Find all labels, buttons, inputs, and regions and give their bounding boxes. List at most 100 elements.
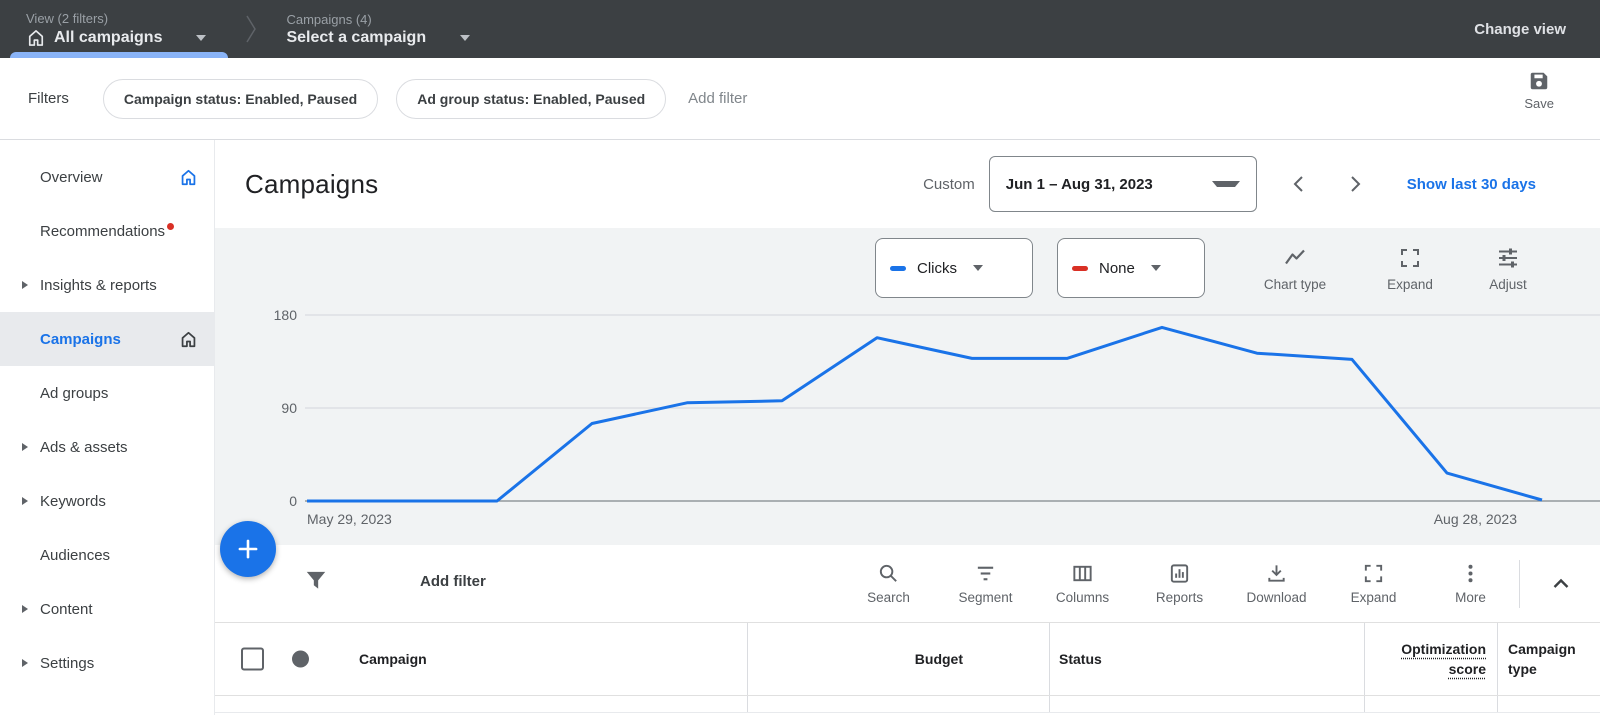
expand-chevron-icon[interactable] <box>22 659 28 667</box>
chevron-down-icon <box>196 35 206 41</box>
sidebar-item-overview[interactable]: Overview <box>0 150 214 204</box>
sidebar-item-content[interactable]: Content <box>0 582 214 636</box>
home-icon <box>26 28 46 48</box>
x-axis-start-label: May 29, 2023 <box>307 511 392 527</box>
column-header-campaign[interactable]: Campaign <box>215 623 748 695</box>
chevron-down-icon <box>973 265 983 271</box>
collapse-table-button[interactable] <box>1537 545 1585 622</box>
table-cell <box>215 696 748 712</box>
date-range-picker[interactable]: Jun 1 – Aug 31, 2023 <box>989 156 1257 212</box>
sidebar-item-label: Keywords <box>40 493 106 510</box>
sidebar-item-ad-groups[interactable]: Ad groups <box>0 366 214 420</box>
sidebar-item-recommendations[interactable]: Recommendations <box>0 204 214 258</box>
column-header-budget[interactable]: Budget <box>748 623 1050 695</box>
reports-icon <box>1168 562 1191 585</box>
chart-expand-label: Expand <box>1387 277 1433 292</box>
segment-icon <box>974 562 997 585</box>
sidebar-item-label: Insights & reports <box>40 277 157 294</box>
breadcrumb-campaign-select[interactable]: Campaigns (4) Select a campaign <box>270 0 496 58</box>
content-header: Campaigns Custom Jun 1 – Aug 31, 2023 Sh… <box>215 140 1600 228</box>
chart-type-button[interactable]: Chart type <box>1249 246 1341 292</box>
y-axis-tick-label: 180 <box>274 307 298 323</box>
date-range-value: Jun 1 – Aug 31, 2023 <box>1006 176 1153 193</box>
expand-chevron-icon[interactable] <box>22 605 28 613</box>
series-color-swatch <box>1072 266 1088 271</box>
filter-chip-campaign-status[interactable]: Campaign status: Enabled, Paused <box>103 79 378 119</box>
column-header-campaign-type[interactable]: Campaign type <box>1498 623 1600 695</box>
y-axis-tick-label: 90 <box>281 400 297 416</box>
metric-selector-primary[interactable]: Clicks <box>875 238 1033 298</box>
metric-secondary-label: None <box>1099 260 1135 277</box>
sidebar-item-label: Recommendations <box>40 223 165 240</box>
sidebar-item-insights-reports[interactable]: Insights & reports <box>0 258 214 312</box>
download-label: Download <box>1246 590 1306 605</box>
sidebar-item-ads-assets[interactable]: Ads & assets <box>0 420 214 474</box>
sidebar-item-settings[interactable]: Settings <box>0 636 214 690</box>
expand-icon <box>1362 562 1385 585</box>
home-icon <box>179 168 198 187</box>
more-button[interactable]: More <box>1422 545 1519 622</box>
expand-button[interactable]: Expand <box>1325 545 1422 622</box>
add-filter-link[interactable]: Add filter <box>688 90 747 107</box>
chevron-down-icon <box>1212 181 1240 187</box>
metric-selector-secondary[interactable]: None <box>1057 238 1205 298</box>
sidebar-item-keywords[interactable]: Keywords <box>0 474 214 528</box>
table-row <box>215 696 1600 713</box>
sidebar-item-campaigns[interactable]: Campaigns <box>0 312 214 366</box>
search-button[interactable]: Search <box>840 545 937 622</box>
save-label: Save <box>1524 96 1554 111</box>
chevron-up-icon <box>1549 572 1573 596</box>
change-view-button[interactable]: Change view <box>1474 21 1566 38</box>
table-cell <box>1498 696 1600 712</box>
expand-chevron-icon[interactable] <box>22 281 28 289</box>
sidebar-item-audiences[interactable]: Audiences <box>0 528 214 582</box>
date-range-mode: Custom <box>923 176 975 193</box>
chart-adjust-label: Adjust <box>1489 277 1527 292</box>
chart-adjust-button[interactable]: Adjust <box>1467 246 1549 292</box>
performance-chart-panel: 090180May 29, 2023Aug 28, 2023 Clicks No… <box>215 228 1600 545</box>
column-header-status[interactable]: Status <box>1050 623 1365 695</box>
search-label: Search <box>867 590 910 605</box>
expand-label: Expand <box>1351 590 1397 605</box>
adjust-icon <box>1496 246 1520 270</box>
column-label: Campaign <box>359 651 427 667</box>
add-campaign-fab[interactable] <box>220 521 276 577</box>
column-header-optimization-score[interactable]: Optimization score <box>1365 623 1498 695</box>
chart-expand-button[interactable]: Expand <box>1369 246 1451 292</box>
previous-period-button[interactable] <box>1291 175 1307 193</box>
table-cell <box>1050 696 1365 712</box>
download-button[interactable]: Download <box>1228 545 1325 622</box>
table-add-filter-link[interactable]: Add filter <box>420 573 486 590</box>
columns-button[interactable]: Columns <box>1034 545 1131 622</box>
reports-button[interactable]: Reports <box>1131 545 1228 622</box>
chevron-down-icon <box>460 35 470 41</box>
sidebar-item-label: Campaigns <box>40 331 121 348</box>
sidebar-item-label: Ad groups <box>40 385 108 402</box>
segment-button[interactable]: Segment <box>937 545 1034 622</box>
breadcrumb-view[interactable]: View (2 filters) All campaigns <box>10 0 232 58</box>
search-icon <box>877 562 900 585</box>
y-axis-tick-label: 0 <box>289 493 297 509</box>
columns-label: Columns <box>1056 590 1109 605</box>
notification-dot <box>167 223 174 230</box>
expand-chevron-icon[interactable] <box>22 443 28 451</box>
table-cell <box>1365 696 1498 712</box>
filter-bar: Filters Campaign status: Enabled, Paused… <box>0 58 1600 140</box>
plus-icon <box>235 536 261 562</box>
column-label: Optimization score <box>1365 639 1486 680</box>
toolbar-divider <box>1519 560 1520 608</box>
filter-funnel-icon[interactable] <box>303 567 329 593</box>
sidebar-navigation: Overview Recommendations Insights & report… <box>0 140 215 715</box>
sidebar-item-label: Ads & assets <box>40 439 128 456</box>
next-period-button[interactable] <box>1347 175 1363 193</box>
save-button[interactable]: Save <box>1524 70 1554 111</box>
chart-type-icon <box>1283 246 1307 270</box>
expand-chevron-icon[interactable] <box>22 497 28 505</box>
clicks-series-line <box>307 327 1542 501</box>
show-last-30-days-link[interactable]: Show last 30 days <box>1407 176 1536 193</box>
select-campaign-value: Select a campaign <box>286 29 426 47</box>
select-all-checkbox[interactable] <box>241 648 264 671</box>
sidebar-item-label: Audiences <box>40 547 110 564</box>
filter-chip-adgroup-status[interactable]: Ad group status: Enabled, Paused <box>396 79 666 119</box>
campaigns-table-header: Campaign BudgetStatusOptimization score Ca… <box>215 622 1600 696</box>
